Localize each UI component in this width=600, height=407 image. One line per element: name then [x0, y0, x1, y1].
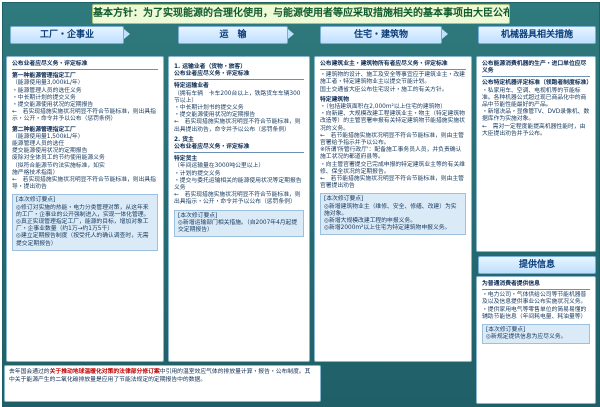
factory-first-sub: （能源使用量3,000kL/年）	[12, 80, 84, 87]
factory-column: 公布业者应尽义务・评定标准 第一种能源管理指定工厂 （能源使用量3,000kL/…	[6, 56, 164, 362]
housing-revision-note: [本次修订要点] ◎新增建筑物业主（维修、安全、修缮、改建）为实施对象。 ◎新增…	[320, 193, 466, 236]
transport-spec1-items: （拥有车辆 卡车200台以上，铁路货车车辆300节以上） ・中长期计划书的提交义…	[174, 90, 301, 133]
bottom-explanation: 去年国会通过的关于推动地球温暖化对策的法律部分修订案中引用的温室效应气体的排放量…	[4, 365, 321, 402]
provide-info-note: [本次修订要点] ◎新规定提供信息为应尽义务。	[482, 324, 590, 345]
category-housing-header: 住宅・建筑物	[320, 26, 442, 44]
factory-section-title: 公布业者应尽义务・评定标准	[12, 61, 158, 71]
factory-revision-note: [本次修订要点] ◎修订对实施的热能・电力分类管理对策，从这年来的工厂・企事业的…	[12, 194, 158, 251]
category-factory-header: 工厂・企事业	[10, 26, 124, 44]
factory-first-items: ・能源管理人员的选任义务 ・中长期计划的提交义务 ・提交能源使用状况的定期报告 …	[12, 87, 156, 123]
machinery-column: 公布能源消费机器的生产・进口单位应尽义务 公布特定机器评定标准（领跑者制度标准）…	[476, 56, 596, 252]
arrow-housing-icon	[442, 29, 448, 39]
factory-second-title: 第二种能源管理指定工厂	[12, 126, 76, 133]
transport-column: 1. 运输业者（货物・旅客） 公布业者应尽义务・评定标准 特定运输业者 （拥有车…	[168, 56, 310, 362]
transport-spec1-title: 特定运输业者	[174, 83, 209, 90]
category-transport-header: 运 输	[178, 26, 288, 44]
provide-info-header: 提供信息	[478, 256, 596, 274]
machinery-sub-title: 公布特定机器评定标准（领跑者制度标准）	[482, 80, 593, 87]
bottom-prefix: 去年国会通过的	[9, 369, 50, 375]
basic-policy-banner: 基本方针：为了实现能源的合理化使用，与能源使用者等应采取措施相关的基本事项由大臣…	[92, 4, 510, 24]
arrow-factory-icon	[124, 29, 130, 39]
transport-section-1: 公布业者应尽义务・评定标准	[174, 71, 304, 81]
category-machinery-header: 机械器具相关措施	[478, 26, 596, 44]
housing-special-title: 特定建筑物	[320, 96, 349, 103]
bottom-highlight: 关于推动地球温暖化对策的法律部分修订案	[49, 369, 160, 375]
transport-section-2: 公布业者应尽义务・评定标准	[174, 144, 304, 154]
provide-info-title: 为普通消费者提供信息	[482, 281, 590, 291]
transport-spec2-items: （年间运输量在3000吨公里以上） ・计划的提交义务 ・提交与委托运输相关的能源…	[174, 163, 302, 206]
transport-revision-note: [本次修订要点] ◎新增运输部门相关措施。（自2007年4月起提交定期报告）	[174, 209, 304, 238]
factory-second-items: 能源管理人员的选任 提交能源使用状况的定期报告 废除对全体员工的节约使用能源义务…	[12, 141, 156, 191]
provide-info-column: 为普通消费者提供信息 ・电力公司・气体供给公司等节能机器普及以及信息提供事业公布…	[476, 276, 596, 404]
housing-body-1: ・建筑物的设计、施工及安全等事宜应于建筑业主・改建施工者・特定建筑物业主以提交节…	[320, 72, 465, 93]
machinery-section-title: 公布能源消费机器的生产・进口单位应尽义务	[482, 61, 590, 78]
housing-section-title: 公布建筑业主・建筑物所有者应尽义务・评定标准	[320, 61, 466, 71]
factory-second-sub: （能源使用量1,500kL/年）	[12, 133, 84, 140]
transport-title-2: 2. 货主	[174, 136, 194, 143]
provide-info-body: ・电力公司・气体供给公司等节能机器普及以及信息提供事业公布实施状况义务。 ・提供…	[482, 292, 587, 320]
housing-column: 公布建筑业主・建筑物所有者应尽义务・评定标准 ・建筑物的设计、施工及安全等事宜应…	[314, 56, 472, 362]
machinery-items: ・私家用车、空调、电视机等的节能标准。各种机器公式超过现已商品化中的商品中节能性…	[482, 87, 590, 137]
arrow-transport-icon	[288, 29, 294, 39]
housing-body-2: ・（包括建筑面积在2,000m²以上住宅的建筑物） ・向新建、大规模改建工程建筑…	[320, 104, 465, 190]
